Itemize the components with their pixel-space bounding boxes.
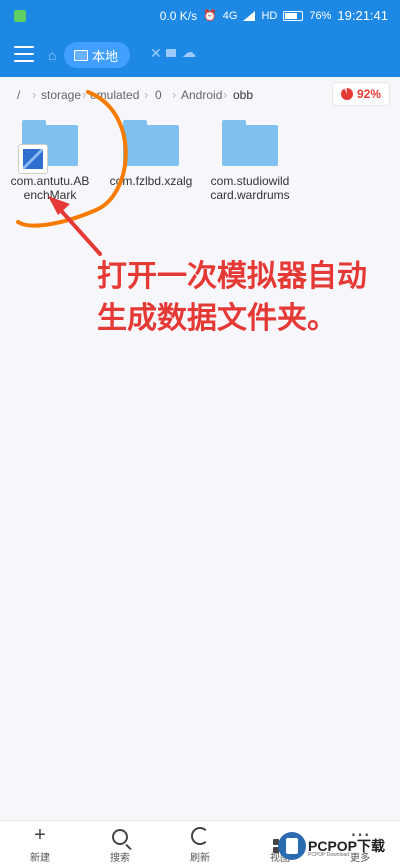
- top-bar: 0.0 K/s ⏰ 4G HD 76% 19:21:41 ⌂ 本地 ✕ ☁: [0, 0, 400, 77]
- folder-item[interactable]: com.fzlbd.xzalg: [101, 120, 201, 188]
- breadcrumb-android[interactable]: Android: [181, 88, 222, 102]
- clock: 19:21:41: [337, 8, 388, 23]
- annotation-text: 打开一次模拟器自动生成数据文件夹。: [97, 260, 367, 335]
- folder-label-line: card.wardrums: [210, 188, 290, 202]
- chevron-right-icon: ›: [144, 87, 149, 102]
- folder-item[interactable]: com.studiowild card.wardrums: [200, 120, 300, 202]
- tab-local[interactable]: 本地: [64, 42, 131, 68]
- breadcrumb-root[interactable]: /: [17, 88, 20, 102]
- breadcrumb-storage[interactable]: storage: [41, 88, 81, 102]
- nav-refresh[interactable]: 刷新: [160, 821, 240, 864]
- signal-icon: [243, 10, 256, 21]
- breadcrumb-obb[interactable]: obb: [233, 88, 253, 102]
- nav-search[interactable]: 搜索: [80, 821, 160, 864]
- folder-label-line: com.fzlbd.xzalg: [109, 174, 193, 188]
- watermark: PCPOP下载 PCPOP Download: [278, 832, 398, 862]
- chevron-right-icon: ›: [82, 87, 87, 102]
- folder-label: com.antutu.AB enchMark: [0, 174, 100, 202]
- watermark-sub: PCPOP Download: [308, 852, 350, 858]
- tab-local-label: 本地: [92, 48, 119, 64]
- alarm-icon: ⏰: [203, 10, 217, 22]
- storage-pie-icon: [340, 88, 353, 100]
- status-right: 0.0 K/s ⏰ 4G HD 76% 19:21:41: [160, 8, 388, 23]
- folder-label-line: com.studiowild: [210, 174, 290, 188]
- folder-item[interactable]: com.antutu.AB enchMark: [0, 120, 100, 202]
- window-icon[interactable]: [166, 49, 176, 57]
- refresh-icon: [191, 827, 209, 845]
- pcpop-logo-icon: [278, 832, 306, 860]
- nav-refresh-label: 刷新: [190, 853, 210, 864]
- chevron-right-icon: ›: [223, 87, 228, 102]
- notification-icon: [14, 10, 26, 22]
- folder-label-line: com.antutu.AB: [10, 174, 90, 188]
- hd-icon: HD: [261, 9, 278, 22]
- nav-search-label: 搜索: [110, 853, 130, 864]
- breadcrumb-0[interactable]: 0: [155, 88, 162, 102]
- network-type: 4G: [222, 9, 238, 22]
- toolbar: ⌂ 本地 ✕ ☁: [0, 32, 400, 77]
- folder-icon: [18, 120, 78, 174]
- folder-icon: [123, 120, 179, 166]
- chevron-right-icon: ›: [172, 87, 177, 102]
- plus-icon: +: [34, 824, 46, 846]
- close-tab-icon[interactable]: ✕: [150, 45, 162, 62]
- folder-label: com.studiowild card.wardrums: [200, 174, 300, 202]
- search-icon: [112, 829, 128, 845]
- device-icon: [74, 50, 88, 61]
- storage-usage-badge[interactable]: 92%: [332, 82, 390, 106]
- network-speed: 0.0 K/s: [159, 8, 198, 23]
- folder-label: com.fzlbd.xzalg: [101, 174, 201, 188]
- folder-icon: [222, 120, 278, 166]
- folder-label-line: enchMark: [23, 188, 77, 202]
- cloud-icon[interactable]: ☁: [182, 44, 196, 61]
- status-bar: 0.0 K/s ⏰ 4G HD 76% 19:21:41: [0, 0, 400, 32]
- chevron-right-icon: ›: [32, 87, 37, 102]
- app-overlay-icon: [18, 144, 48, 174]
- battery-icon: [283, 10, 304, 21]
- breadcrumb-emulated[interactable]: emulated: [90, 88, 139, 102]
- home-icon[interactable]: ⌂: [48, 47, 56, 63]
- nav-new[interactable]: + 新建: [0, 821, 80, 864]
- battery-percent: 76%: [309, 9, 332, 22]
- menu-icon[interactable]: [14, 46, 34, 62]
- nav-new-label: 新建: [30, 853, 50, 864]
- storage-percent: 92%: [356, 87, 382, 101]
- arrow-line: [54, 203, 102, 256]
